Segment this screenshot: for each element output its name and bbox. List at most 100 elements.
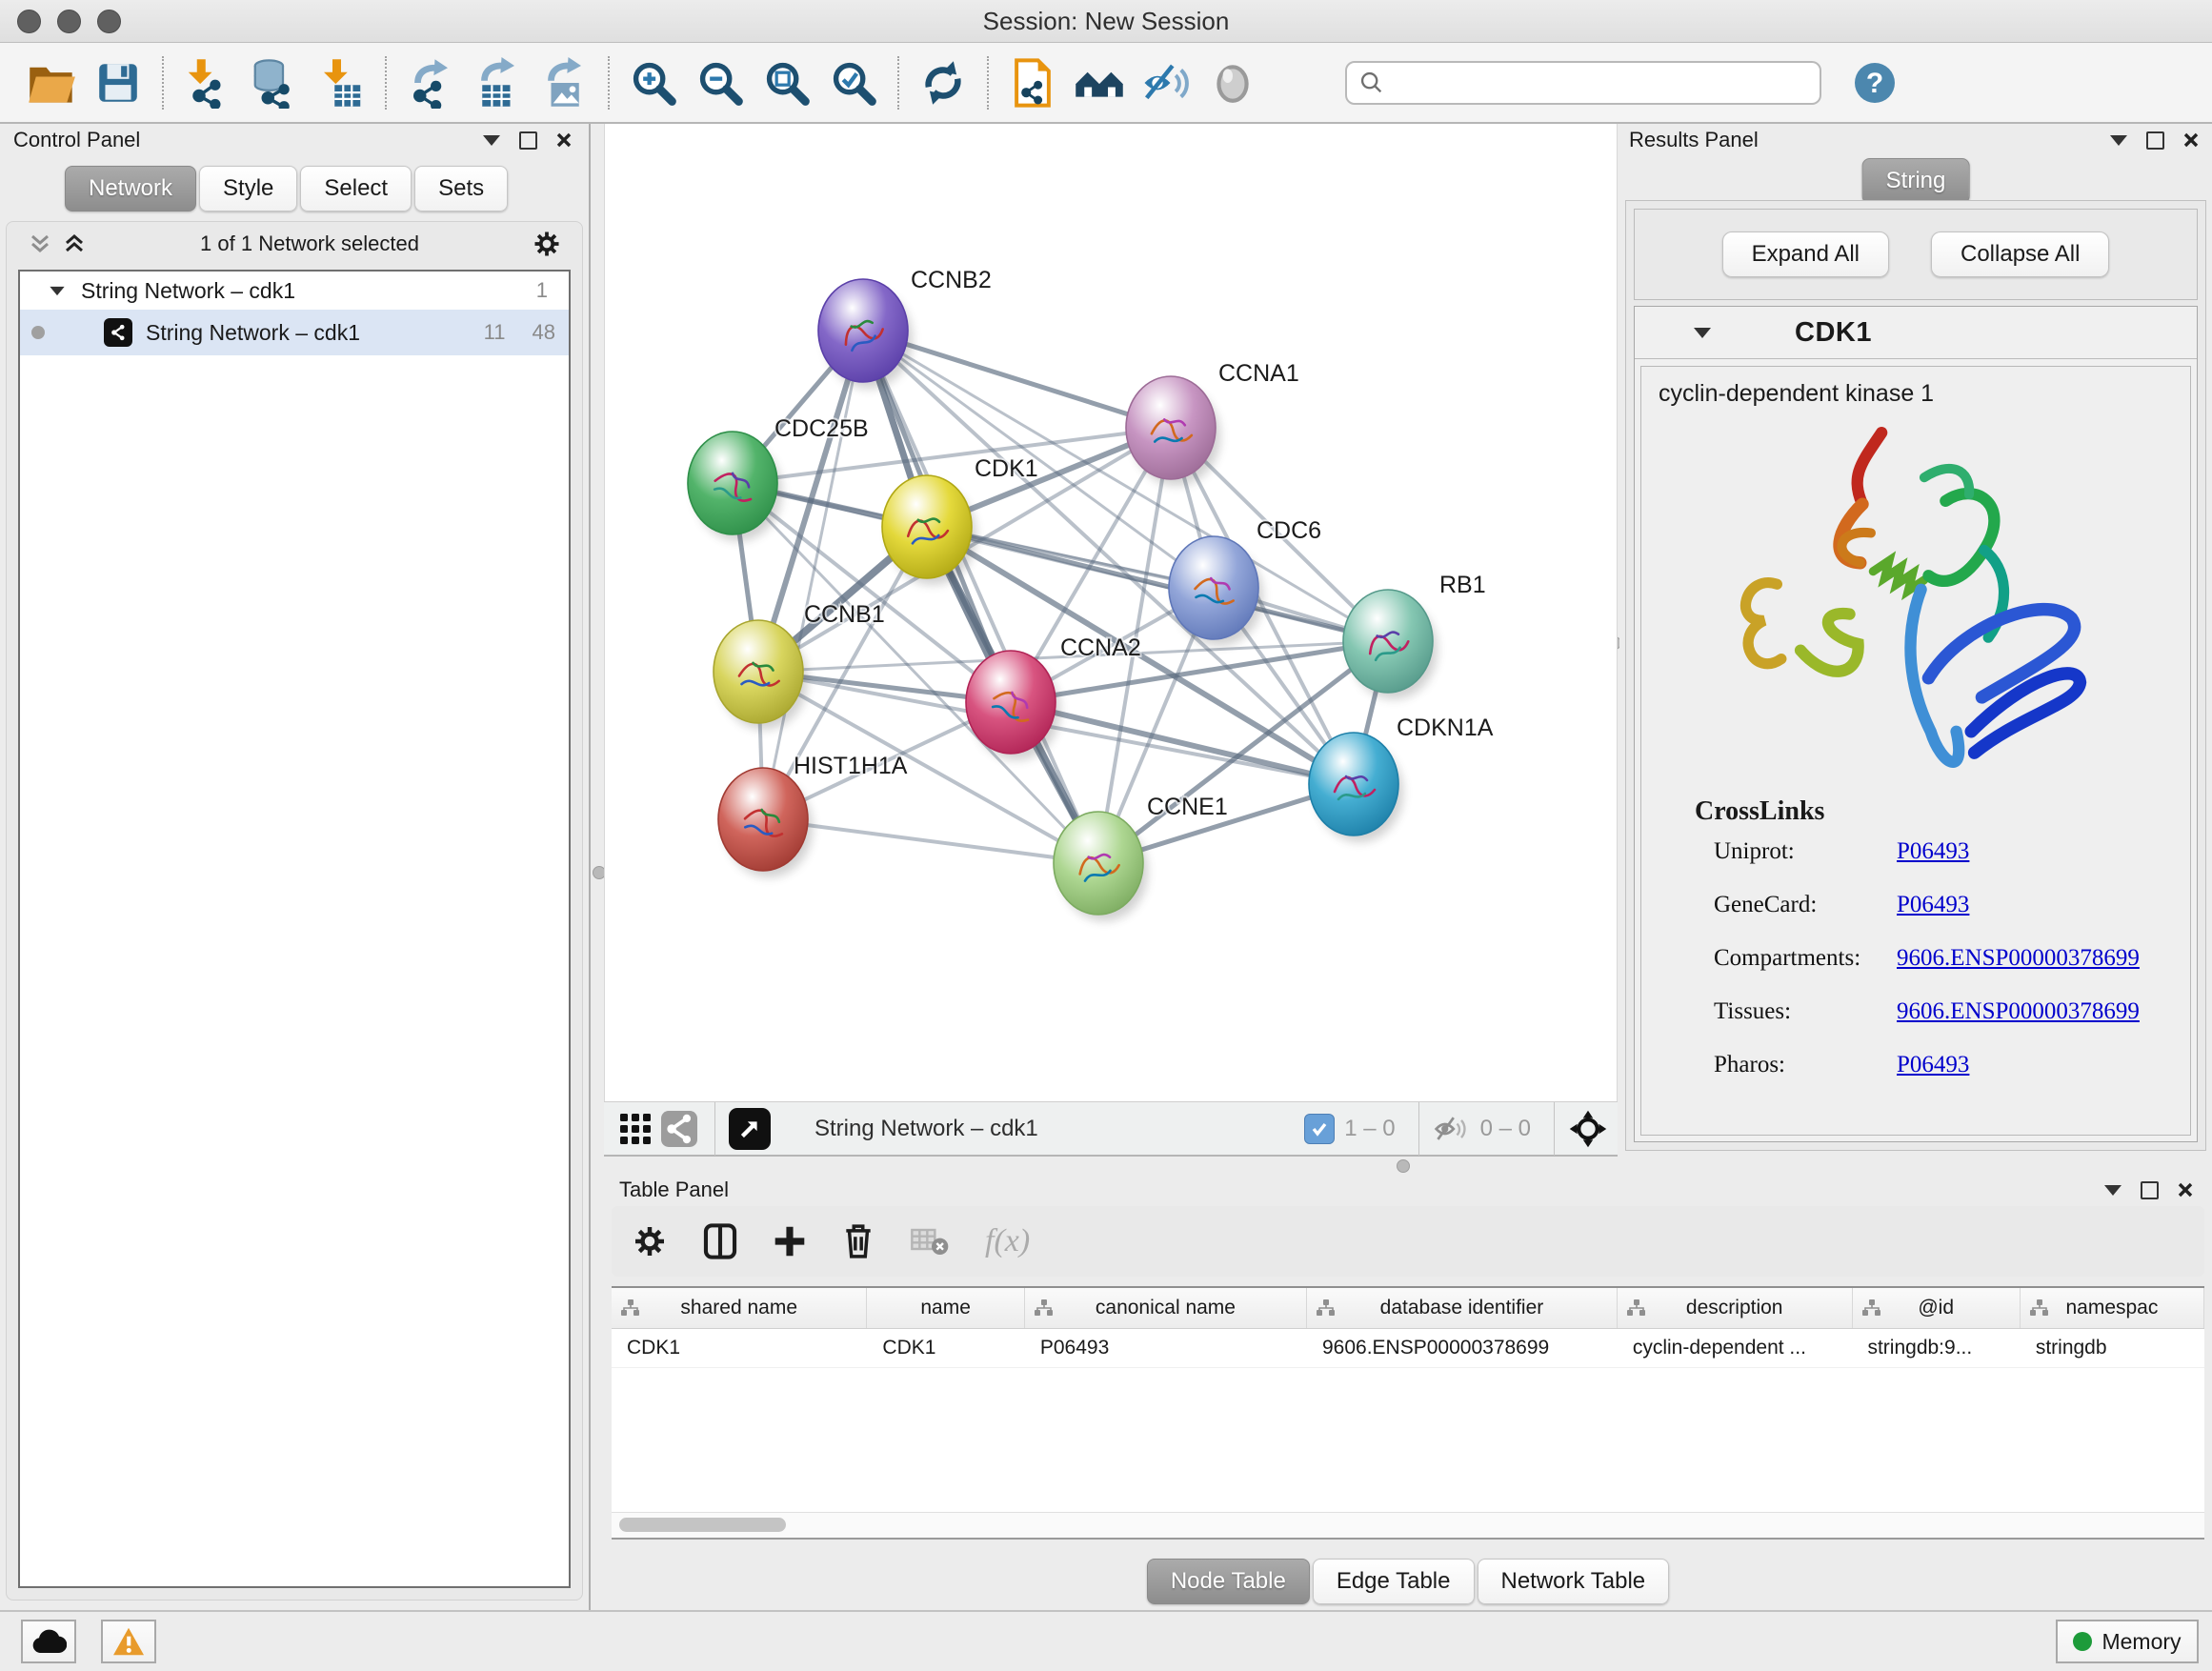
- first-neighbors-icon[interactable]: [1073, 54, 1126, 111]
- zoom-selected-icon[interactable]: [827, 54, 880, 111]
- selected-indicator-checkbox[interactable]: [1304, 1114, 1335, 1144]
- tab-network-table[interactable]: Network Table: [1478, 1559, 1670, 1604]
- tab-edge-table[interactable]: Edge Table: [1313, 1559, 1475, 1604]
- table-options-gear-icon[interactable]: [633, 1224, 667, 1258]
- network-node-CDC25B[interactable]: [688, 432, 782, 541]
- network-row-selected[interactable]: String Network – cdk1 11 48: [20, 310, 569, 355]
- column-header-shared-name[interactable]: shared name: [612, 1288, 867, 1328]
- tree-expander-icon[interactable]: [50, 286, 64, 294]
- crosslink-value-link[interactable]: P06493: [1897, 1052, 1969, 1078]
- control-panel: Control Panel NetworkStyleSelectSets 1 o…: [0, 124, 591, 1610]
- tab-string[interactable]: String: [1862, 158, 1970, 204]
- network-options-gear-icon[interactable]: [533, 230, 561, 258]
- refresh-view-icon[interactable]: [916, 54, 970, 111]
- close-panel-icon[interactable]: [556, 132, 572, 148]
- search-input[interactable]: [1385, 70, 1789, 96]
- network-selection-status: 1 of 1 Network selected: [87, 232, 533, 256]
- table-cell[interactable]: cyclin-dependent ...: [1618, 1329, 1853, 1367]
- table-row[interactable]: CDK1CDK1P064939606.ENSP00000378699cyclin…: [612, 1329, 2204, 1368]
- save-session-icon[interactable]: [91, 54, 145, 111]
- help-icon[interactable]: ?: [1848, 54, 1901, 111]
- float-panel-icon[interactable]: [2146, 131, 2164, 150]
- network-node-CDKN1A[interactable]: [1309, 733, 1403, 842]
- zoom-fit-icon[interactable]: [760, 54, 814, 111]
- table-cell[interactable]: P06493: [1025, 1329, 1307, 1367]
- collapse-all-button[interactable]: Collapse All: [1931, 232, 2109, 277]
- create-column-icon[interactable]: [774, 1225, 806, 1258]
- show-columns-icon[interactable]: [703, 1223, 737, 1259]
- import-network-file-icon[interactable]: [181, 54, 234, 111]
- column-header--id[interactable]: @id: [1853, 1288, 2021, 1328]
- horizontal-scrollbar[interactable]: [612, 1512, 2204, 1538]
- table-cell[interactable]: 9606.ENSP00000378699: [1307, 1329, 1618, 1367]
- network-node-HIST1H1A[interactable]: [718, 768, 813, 877]
- gene-expander-icon[interactable]: [1694, 328, 1711, 338]
- float-panel-icon[interactable]: [2141, 1181, 2159, 1199]
- column-header-name[interactable]: name: [867, 1288, 1024, 1328]
- crosslink-value-link[interactable]: P06493: [1897, 838, 1969, 865]
- gene-header-row[interactable]: CDK1: [1635, 307, 2197, 359]
- network-node-CCNA2[interactable]: [966, 651, 1060, 760]
- export-network-icon[interactable]: [404, 54, 457, 111]
- network-edge-CCNB2-CCNE1[interactable]: [863, 331, 1098, 863]
- network-node-CDK1[interactable]: [882, 475, 976, 585]
- bottom-splitter-handle[interactable]: [1397, 1159, 1410, 1173]
- column-label: @id: [1918, 1297, 1954, 1319]
- network-node-CCNB2[interactable]: [818, 279, 913, 389]
- export-image-icon[interactable]: [537, 54, 591, 111]
- collapse-panel-icon[interactable]: [2110, 135, 2127, 146]
- network-node-RB1[interactable]: [1343, 590, 1438, 699]
- import-table-icon[interactable]: [314, 54, 368, 111]
- column-header-canonical-name[interactable]: canonical name: [1025, 1288, 1307, 1328]
- collapse-panel-icon[interactable]: [2104, 1185, 2122, 1196]
- birdseye-view-icon[interactable]: [729, 1108, 771, 1150]
- table-cell[interactable]: stringdb: [2021, 1329, 2204, 1367]
- crosslink-value-link[interactable]: 9606.ENSP00000378699: [1897, 998, 2140, 1025]
- collapse-all-icon[interactable]: [28, 232, 52, 255]
- open-folder-icon[interactable]: [25, 54, 78, 111]
- import-network-database-icon[interactable]: [248, 54, 301, 111]
- network-node-label-RB1: RB1: [1439, 572, 1486, 598]
- warnings-button[interactable]: [101, 1620, 156, 1663]
- cloud-status-button[interactable]: [21, 1620, 76, 1663]
- memory-button[interactable]: Memory: [2056, 1620, 2199, 1663]
- table-cell[interactable]: stringdb:9...: [1852, 1329, 2020, 1367]
- memory-label: Memory: [2101, 1629, 2181, 1655]
- close-panel-icon[interactable]: [2178, 1182, 2193, 1198]
- expand-all-icon[interactable]: [62, 232, 87, 255]
- tab-sets[interactable]: Sets: [414, 166, 508, 211]
- column-header-namespac[interactable]: namespac: [2021, 1288, 2204, 1328]
- crosslink-value-link[interactable]: P06493: [1897, 892, 1969, 918]
- network-node-CCNE1[interactable]: [1054, 812, 1148, 921]
- collapse-panel-icon[interactable]: [483, 135, 500, 146]
- float-panel-icon[interactable]: [519, 131, 537, 150]
- network-edge-HIST1H1A-CCNE1[interactable]: [763, 819, 1098, 863]
- network-node-CDC6[interactable]: [1169, 536, 1263, 646]
- tab-node-table[interactable]: Node Table: [1147, 1559, 1310, 1604]
- network-node-CCNA1[interactable]: [1126, 376, 1220, 486]
- show-hidden-icon[interactable]: [1206, 54, 1259, 111]
- navigator-crosshair-icon[interactable]: [1568, 1109, 1608, 1149]
- column-header-description[interactable]: description: [1618, 1288, 1853, 1328]
- zoom-in-icon[interactable]: [627, 54, 680, 111]
- table-cell[interactable]: CDK1: [867, 1329, 1024, 1367]
- tab-select[interactable]: Select: [300, 166, 412, 211]
- tab-style[interactable]: Style: [199, 166, 297, 211]
- table-cell[interactable]: CDK1: [612, 1329, 867, 1367]
- hide-selected-icon[interactable]: [1139, 54, 1193, 111]
- network-share-view-icon[interactable]: [657, 1107, 701, 1151]
- tab-network[interactable]: Network: [65, 166, 196, 211]
- crosslink-value-link[interactable]: 9606.ENSP00000378699: [1897, 945, 2140, 972]
- export-table-icon[interactable]: [471, 54, 524, 111]
- network-icon: [104, 318, 132, 347]
- network-collection-row[interactable]: String Network – cdk1 1: [20, 272, 569, 310]
- zoom-out-icon[interactable]: [694, 54, 747, 111]
- expand-all-button[interactable]: Expand All: [1722, 232, 1889, 277]
- scrollbar-thumb[interactable]: [619, 1518, 786, 1532]
- delete-column-icon[interactable]: [842, 1223, 875, 1259]
- column-header-database-identifier[interactable]: database identifier: [1307, 1288, 1618, 1328]
- network-from-selection-icon[interactable]: [1006, 54, 1059, 111]
- close-panel-icon[interactable]: [2183, 132, 2199, 148]
- network-canvas[interactable]: CCNB2CCNA1CDC25BCDK1CDC6RB1CCNB1CCNA2CDK…: [604, 124, 1618, 1101]
- grid-view-icon[interactable]: [613, 1107, 657, 1151]
